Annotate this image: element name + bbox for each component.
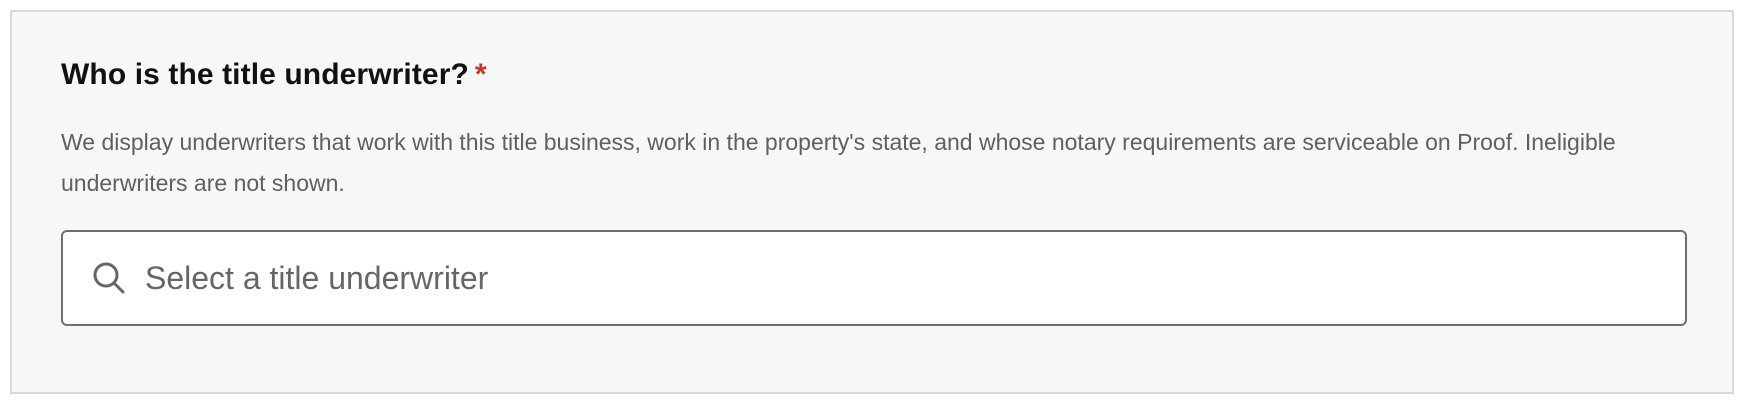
help-text: We display underwriters that work with t… <box>61 129 1616 196</box>
required-marker: * <box>474 58 487 91</box>
search-icon <box>91 260 127 296</box>
underwriter-question-card: Who is the title underwriter? * We displa… <box>10 10 1734 394</box>
question-label: Who is the title underwriter? <box>61 58 469 91</box>
underwriter-search-input[interactable] <box>145 248 1685 308</box>
question-heading: Who is the title underwriter? * <box>61 58 487 92</box>
underwriter-select[interactable] <box>61 230 1687 326</box>
